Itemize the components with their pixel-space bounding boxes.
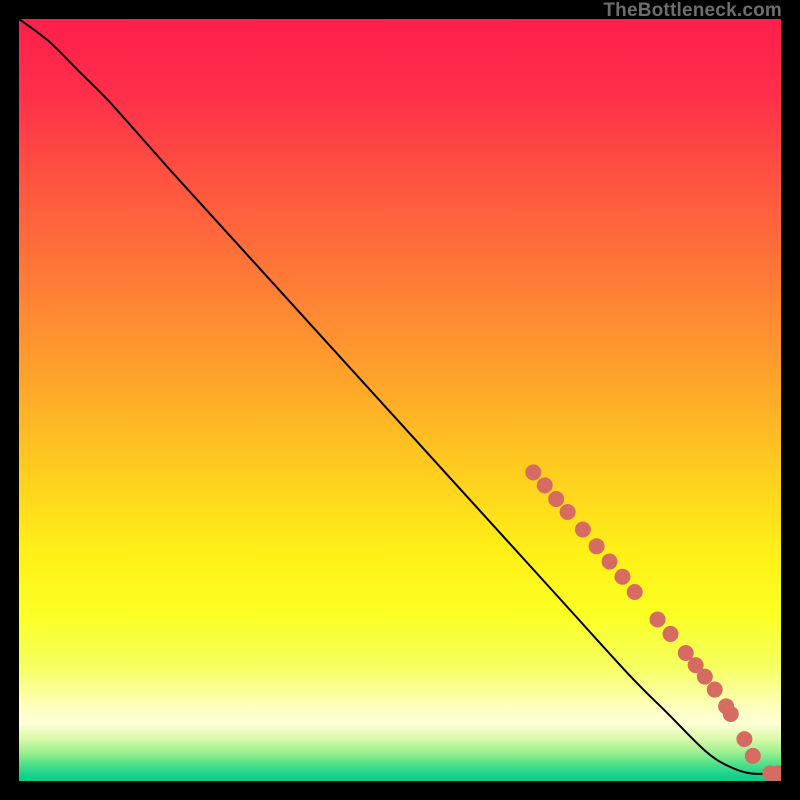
chart-frame: TheBottleneck.com (0, 0, 800, 800)
chart-marker (589, 538, 605, 554)
chart-marker (615, 569, 631, 585)
chart-marker (697, 669, 713, 685)
chart-marker (602, 554, 618, 570)
chart-marker (525, 464, 541, 480)
chart-marker (723, 706, 739, 722)
chart-marker (560, 504, 576, 520)
chart-background (19, 19, 781, 781)
chart-marker (663, 626, 679, 642)
chart-marker (575, 522, 591, 538)
chart-marker (650, 611, 666, 627)
chart-marker (627, 584, 643, 600)
chart-marker (707, 682, 723, 698)
chart-marker (736, 731, 752, 747)
chart-marker (745, 748, 761, 764)
chart-marker (537, 477, 553, 493)
chart-marker (548, 491, 564, 507)
chart-svg (19, 19, 781, 781)
chart-plot-area (19, 19, 781, 781)
